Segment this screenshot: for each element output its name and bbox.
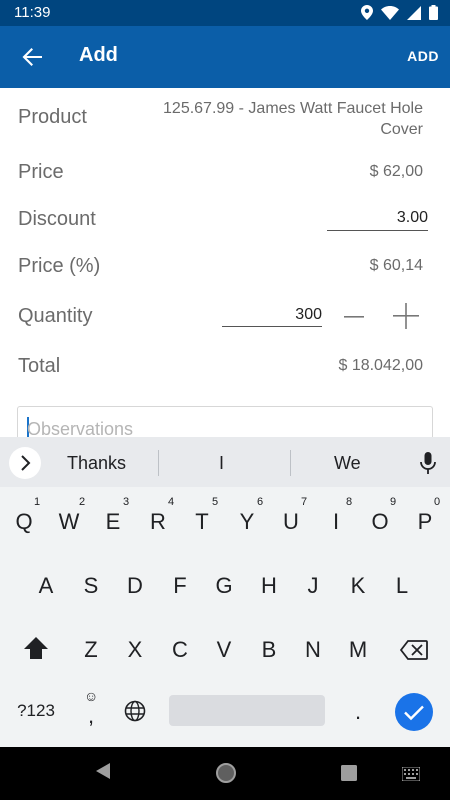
suggestion-item[interactable]: I bbox=[219, 453, 224, 474]
product-label: Product bbox=[18, 106, 87, 128]
key-u[interactable]: U bbox=[269, 509, 313, 535]
key-r[interactable]: R bbox=[136, 509, 180, 535]
key-f[interactable]: F bbox=[158, 573, 202, 599]
shift-icon[interactable] bbox=[24, 637, 48, 659]
price-label: Price bbox=[18, 161, 64, 183]
status-icons bbox=[361, 5, 438, 20]
key-hint: 2 bbox=[79, 496, 86, 508]
checkmark-icon bbox=[404, 705, 424, 721]
wifi-icon bbox=[381, 5, 399, 20]
key-s[interactable]: S bbox=[69, 573, 113, 599]
emoji-icon[interactable]: ☺ bbox=[84, 688, 98, 704]
key-hint: 1 bbox=[34, 496, 41, 508]
total-label: Total bbox=[18, 355, 61, 377]
increase-quantity-button[interactable] bbox=[392, 302, 420, 330]
key-hint: 6 bbox=[257, 496, 264, 508]
key-o[interactable]: O bbox=[358, 509, 402, 535]
product-value-line2: Cover bbox=[380, 121, 423, 138]
key-z[interactable]: Z bbox=[69, 637, 113, 663]
keyboard-switch-icon[interactable] bbox=[402, 767, 420, 781]
key-m[interactable]: M bbox=[336, 637, 380, 663]
key-q[interactable]: Q bbox=[2, 509, 46, 535]
key-l[interactable]: L bbox=[380, 573, 424, 599]
home-nav-icon[interactable] bbox=[215, 762, 237, 784]
quantity-input[interactable]: 300 bbox=[222, 306, 322, 327]
price-percent-label: Price (%) bbox=[18, 255, 101, 277]
key-v[interactable]: V bbox=[202, 637, 246, 663]
product-value[interactable]: 125.67.99 - James Watt Faucet Hole Cover bbox=[123, 98, 423, 140]
key-g[interactable]: G bbox=[202, 573, 246, 599]
status-bar: 11:39 bbox=[0, 0, 450, 26]
key-y[interactable]: Y bbox=[225, 509, 269, 535]
key-i[interactable]: I bbox=[314, 509, 358, 535]
suggestion-strip: Thanks I We bbox=[0, 437, 450, 487]
key-b[interactable]: B bbox=[247, 637, 291, 663]
suggestion-item[interactable]: Thanks bbox=[67, 453, 126, 474]
key-d[interactable]: D bbox=[113, 573, 157, 599]
key-hint: 4 bbox=[168, 496, 175, 508]
key-h[interactable]: H bbox=[247, 573, 291, 599]
key-a[interactable]: A bbox=[24, 573, 68, 599]
app-bar: Add ADD bbox=[0, 26, 450, 88]
status-time: 11:39 bbox=[14, 4, 51, 21]
back-arrow-icon[interactable] bbox=[18, 43, 46, 71]
key-x[interactable]: X bbox=[113, 637, 157, 663]
key-hint: 8 bbox=[346, 496, 353, 508]
microphone-icon[interactable] bbox=[419, 452, 437, 474]
symbols-key[interactable]: ?123 bbox=[12, 701, 60, 721]
price-value: $ 62,00 bbox=[369, 163, 423, 180]
quantity-label: Quantity bbox=[18, 305, 93, 327]
globe-icon[interactable] bbox=[124, 700, 146, 722]
key-hint: 3 bbox=[123, 496, 130, 508]
total-value: $ 18.042,00 bbox=[338, 357, 423, 374]
location-icon bbox=[361, 5, 373, 20]
page-title: Add bbox=[79, 44, 118, 66]
enter-button[interactable] bbox=[395, 693, 433, 731]
key-t[interactable]: T bbox=[180, 509, 224, 535]
decrease-quantity-button[interactable] bbox=[342, 305, 366, 329]
signal-icon bbox=[407, 5, 421, 20]
key-hint: 5 bbox=[212, 496, 219, 508]
price-percent-value: $ 60,14 bbox=[369, 257, 423, 274]
period-key[interactable]: . bbox=[336, 699, 380, 725]
product-value-line1: 125.67.99 - James Watt Faucet Hole bbox=[163, 100, 423, 117]
space-bar[interactable] bbox=[169, 695, 325, 726]
backspace-icon[interactable] bbox=[400, 640, 428, 660]
key-p[interactable]: P bbox=[403, 509, 447, 535]
recents-nav-icon[interactable] bbox=[340, 764, 358, 782]
discount-input[interactable]: 3.00 bbox=[327, 209, 428, 231]
chevron-right-icon bbox=[21, 455, 31, 471]
suggestion-item[interactable]: We bbox=[334, 453, 361, 474]
add-button[interactable]: ADD bbox=[407, 48, 439, 64]
suggestion-divider bbox=[290, 450, 291, 476]
suggestion-divider bbox=[158, 450, 159, 476]
key-hint: 0 bbox=[434, 496, 441, 508]
system-nav-bar bbox=[0, 747, 450, 800]
key-w[interactable]: W bbox=[47, 509, 91, 535]
key-n[interactable]: N bbox=[291, 637, 335, 663]
battery-icon bbox=[429, 5, 438, 20]
key-c[interactable]: C bbox=[158, 637, 202, 663]
key-hint: 9 bbox=[390, 496, 397, 508]
comma-key[interactable]: , bbox=[69, 703, 113, 729]
soft-keyboard: Thanks I We Q W E R T Y U I O P 1 2 3 4 … bbox=[0, 437, 450, 747]
expand-suggestions-button[interactable] bbox=[9, 447, 41, 479]
key-hint: 7 bbox=[301, 496, 308, 508]
key-e[interactable]: E bbox=[91, 509, 135, 535]
key-j[interactable]: J bbox=[291, 573, 335, 599]
discount-label: Discount bbox=[18, 208, 96, 230]
back-nav-icon[interactable] bbox=[92, 761, 112, 781]
key-k[interactable]: K bbox=[336, 573, 380, 599]
